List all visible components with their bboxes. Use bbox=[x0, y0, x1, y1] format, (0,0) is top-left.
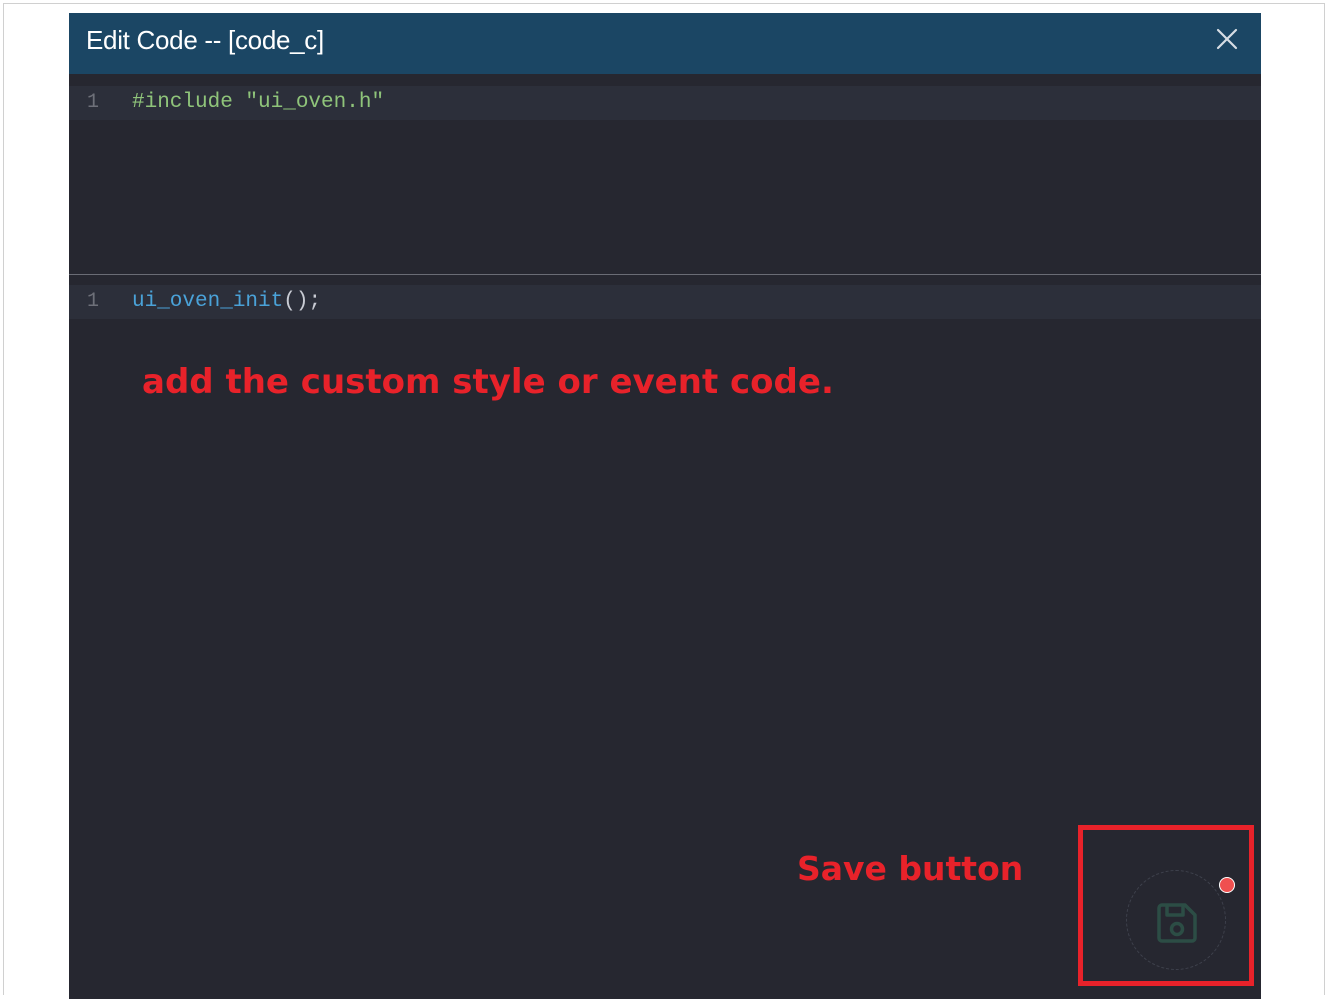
body-code-editor[interactable]: 1 ui_oven_init(); add the custom style o… bbox=[69, 275, 1261, 999]
code-text: ui_oven_init(); bbox=[132, 285, 321, 319]
annotation-save-button: Save button bbox=[797, 849, 1024, 888]
close-icon bbox=[1216, 28, 1238, 50]
line-number: 1 bbox=[86, 290, 99, 313]
close-button[interactable] bbox=[1215, 27, 1239, 51]
line-number: 1 bbox=[86, 91, 99, 114]
code-text: #include "ui_oven.h" bbox=[132, 91, 385, 114]
header-code-editor[interactable]: 1 #include "ui_oven.h" bbox=[69, 74, 1261, 274]
save-button[interactable] bbox=[1126, 870, 1226, 970]
dialog-title: Edit Code -- [code_c] bbox=[86, 25, 324, 55]
dialog-titlebar: Edit Code -- [code_c] bbox=[69, 13, 1261, 74]
code-punctuation: (); bbox=[283, 290, 322, 313]
save-icon bbox=[1157, 903, 1197, 943]
unsaved-indicator-dot bbox=[1219, 877, 1235, 893]
code-line-active[interactable]: 1 ui_oven_init(); bbox=[69, 285, 1261, 319]
edit-code-dialog: Edit Code -- [code_c] 1 #include "ui_ove… bbox=[69, 13, 1261, 999]
annotation-custom-code: add the custom style or event code. bbox=[142, 362, 834, 402]
code-function-name: ui_oven_init bbox=[132, 290, 284, 313]
code-line-active[interactable]: 1 #include "ui_oven.h" bbox=[69, 86, 1261, 120]
